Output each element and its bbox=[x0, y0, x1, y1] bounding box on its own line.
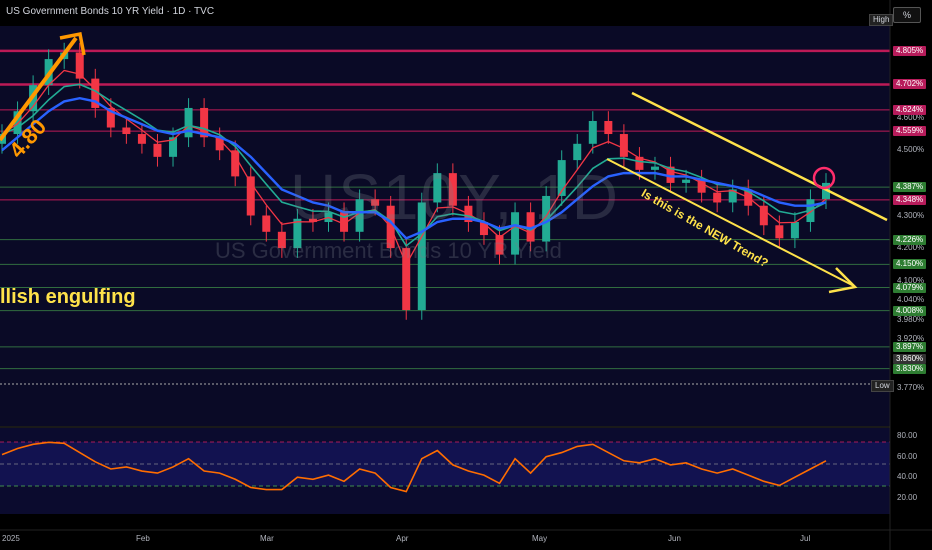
candle-body-51 bbox=[790, 222, 799, 239]
rsi-axis-label: 60.00 bbox=[897, 451, 918, 461]
price-tag: 4.008% bbox=[893, 305, 927, 316]
high-label: High bbox=[869, 14, 894, 26]
price-tag: 4.702% bbox=[893, 79, 927, 90]
rsi-axis-label: 80.00 bbox=[897, 431, 918, 441]
candle-body-10 bbox=[153, 143, 162, 157]
candle-body-38 bbox=[588, 120, 597, 144]
price-tag: 4.348% bbox=[893, 194, 927, 205]
price-tag: 4.624% bbox=[893, 104, 927, 115]
price-tag: 3.830% bbox=[893, 363, 927, 374]
chart-title: US Government Bonds 10 YR Yield · 1D · T… bbox=[6, 6, 215, 17]
price-axis-label: 3.980% bbox=[897, 314, 925, 324]
candle-body-9 bbox=[137, 134, 146, 144]
candle-body-40 bbox=[619, 134, 628, 157]
price-tag: 4.559% bbox=[893, 126, 927, 137]
price-axis-label: 3.770% bbox=[897, 383, 925, 393]
rsi-axis-label: 20.00 bbox=[897, 492, 918, 502]
price-tag: 4.079% bbox=[893, 282, 927, 293]
candle-body-8 bbox=[122, 127, 131, 135]
date-axis-label: Apr bbox=[396, 534, 409, 543]
watermark-symbol: US10Y, 1D bbox=[290, 161, 620, 233]
candle-body-37 bbox=[573, 143, 582, 161]
chart-canvas[interactable] bbox=[0, 0, 932, 550]
candle-body-46 bbox=[713, 192, 722, 203]
price-axis-label: 4.040% bbox=[897, 295, 925, 305]
watermark-name: US Government Bonds 10 YR Yield bbox=[215, 238, 562, 263]
rsi-axis-label: 40.00 bbox=[897, 472, 918, 482]
date-axis-label: Jun bbox=[668, 534, 681, 543]
candle-body-17 bbox=[262, 215, 271, 232]
candle-body-50 bbox=[775, 225, 784, 239]
price-axis-label: 4.300% bbox=[897, 210, 925, 220]
candle-body-12 bbox=[184, 107, 193, 138]
candle-body-42 bbox=[650, 166, 659, 170]
candle-body-15 bbox=[231, 150, 240, 177]
low-label: Low bbox=[871, 380, 894, 392]
price-axis-label: 4.500% bbox=[897, 145, 925, 155]
price-tag: 4.387% bbox=[893, 182, 927, 193]
date-axis-label: May bbox=[532, 534, 548, 543]
price-tag: 4.150% bbox=[893, 259, 927, 270]
candle-body-49 bbox=[759, 205, 768, 226]
candle-body-39 bbox=[604, 120, 613, 135]
price-tag: 4.226% bbox=[893, 234, 927, 245]
candle-body-44 bbox=[682, 179, 691, 183]
date-axis-label: Jul bbox=[800, 534, 811, 543]
pattern-annotation: llish engulfing bbox=[0, 286, 136, 308]
price-tag: 3.897% bbox=[893, 341, 927, 352]
price-tag: 3.860% bbox=[893, 353, 927, 364]
date-axis-label: Feb bbox=[136, 534, 150, 543]
date-axis-label: Mar bbox=[260, 534, 274, 543]
scale-percent-button[interactable]: % bbox=[893, 7, 921, 23]
price-tag: 4.805% bbox=[893, 45, 927, 56]
date-axis-label: 2025 bbox=[2, 534, 20, 543]
